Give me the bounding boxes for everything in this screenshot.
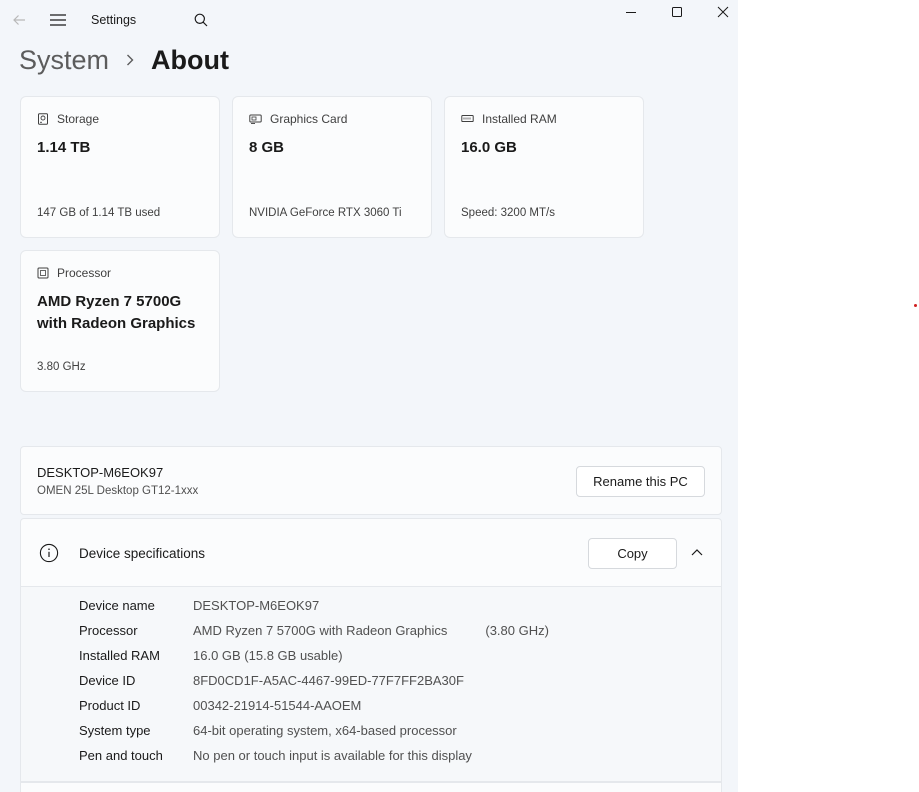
chevron-up-icon[interactable] [691, 548, 703, 558]
navigation-menu-button[interactable] [47, 9, 69, 31]
device-specifications-list: Device name DESKTOP-M6EOK97 Processor AM… [20, 587, 722, 782]
ram-label: Installed RAM [482, 112, 557, 126]
installed-ram-card[interactable]: Installed RAM 16.0 GB Speed: 3200 MT/s [444, 96, 644, 238]
search-button[interactable] [190, 9, 212, 31]
settings-window: Settings System About Storage 1.14 TB 14… [0, 0, 738, 792]
ram-icon [461, 115, 474, 122]
spec-row-product-id: Product ID 00342-21914-51544-AAOEM [79, 698, 362, 713]
processor-icon [37, 267, 49, 279]
processor-value-line2: with Radeon Graphics [37, 315, 196, 332]
graphics-label: Graphics Card [270, 112, 348, 126]
spec-row-device-name: Device name DESKTOP-M6EOK97 [79, 598, 320, 613]
storage-label: Storage [57, 112, 100, 126]
app-title: Settings [91, 13, 137, 27]
spec-row-processor: Processor AMD Ryzen 7 5700G with Radeon … [79, 623, 549, 638]
storage-value: 1.14 TB [37, 139, 91, 156]
device-specifications-header[interactable]: Device specifications Copy [20, 518, 722, 587]
storage-card[interactable]: Storage 1.14 TB 147 GB of 1.14 TB used [20, 96, 220, 238]
title-bar: Settings [0, 0, 738, 40]
processor-value-line1: AMD Ryzen 7 5700G [37, 293, 182, 310]
next-settings-panel[interactable] [20, 782, 722, 792]
back-button[interactable] [8, 9, 30, 31]
minimize-button[interactable] [618, 0, 644, 24]
maximize-button[interactable] [664, 0, 690, 24]
desktop-background [738, 0, 919, 792]
hamburger-icon [50, 14, 66, 26]
chevron-right-icon [125, 53, 135, 67]
processor-speed: 3.80 GHz [37, 361, 86, 373]
pc-model: OMEN 25L Desktop GT12-1xxx [37, 485, 199, 497]
processor-card[interactable]: Processor AMD Ryzen 7 5700G with Radeon … [20, 250, 220, 392]
device-specifications-title: Device specifications [79, 546, 206, 561]
graphics-model: NVIDIA GeForce RTX 3060 Ti [249, 207, 402, 219]
storage-usage: 147 GB of 1.14 TB used [37, 207, 161, 219]
rename-pc-button[interactable]: Rename this PC [576, 466, 705, 497]
breadcrumb: System About [19, 42, 229, 78]
graphics-value: 8 GB [249, 139, 285, 156]
cursor-dot [914, 304, 917, 307]
close-button[interactable] [710, 0, 736, 24]
ram-value: 16.0 GB [461, 139, 517, 156]
page-title: About [151, 44, 229, 75]
close-icon [717, 6, 729, 18]
maximize-icon [672, 7, 682, 17]
spec-row-device-id: Device ID 8FD0CD1F-A5AC-4467-99ED-77F7FF… [79, 673, 464, 688]
graphics-card-card[interactable]: Graphics Card 8 GB NVIDIA GeForce RTX 30… [232, 96, 432, 238]
copy-button[interactable]: Copy [588, 538, 677, 569]
back-arrow-icon [13, 15, 25, 25]
pc-name-panel: DESKTOP-M6EOK97 OMEN 25L Desktop GT12-1x… [20, 446, 722, 515]
info-icon [39, 543, 59, 563]
minimize-icon [626, 12, 636, 13]
breadcrumb-parent-link[interactable]: System [19, 45, 109, 76]
processor-value: AMD Ryzen 7 5700G with Radeon Graphics [37, 291, 195, 335]
spec-row-installed-ram: Installed RAM 16.0 GB (15.8 GB usable) [79, 648, 343, 663]
storage-icon [38, 113, 48, 125]
search-icon [194, 13, 208, 27]
pc-name: DESKTOP-M6EOK97 [37, 465, 164, 480]
graphics-card-icon [249, 114, 262, 124]
processor-label: Processor [57, 266, 112, 280]
spec-row-pen-and-touch: Pen and touch No pen or touch input is a… [79, 748, 472, 763]
ram-speed: Speed: 3200 MT/s [461, 207, 555, 219]
spec-row-system-type: System type 64-bit operating system, x64… [79, 723, 457, 738]
